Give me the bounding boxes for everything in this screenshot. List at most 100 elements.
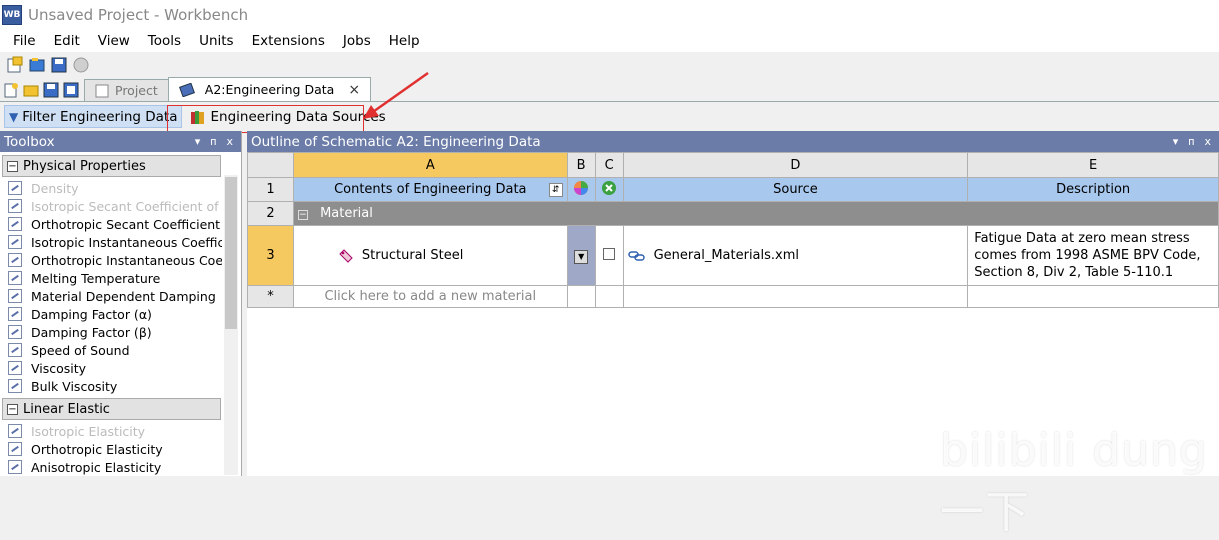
item-label: Density bbox=[31, 180, 79, 196]
book-icon bbox=[178, 82, 195, 97]
table-row[interactable]: 3 Structural Steel ▼ General_Materials.x… bbox=[247, 225, 1219, 286]
scrollbar-thumb[interactable] bbox=[225, 177, 237, 329]
table-row[interactable]: * Click here to add a new material bbox=[247, 285, 1219, 308]
new-icon[interactable] bbox=[2, 81, 20, 99]
toolbox-item[interactable]: Viscosity bbox=[0, 359, 222, 377]
toolbox-panel: Toolbox ▾ ᴨ x − Physical Properties Dens… bbox=[0, 131, 242, 476]
source-cell[interactable]: General_Materials.xml bbox=[622, 225, 969, 286]
toolbox-item[interactable]: Bulk Viscosity bbox=[0, 377, 222, 395]
item-label: Melting Temperature bbox=[31, 270, 161, 286]
linear-elastic-list: Isotropic Elasticity Orthotropic Elastic… bbox=[0, 422, 241, 476]
tab-project[interactable]: Project bbox=[84, 79, 169, 101]
row-number[interactable]: 2 bbox=[247, 201, 294, 226]
property-icon bbox=[8, 271, 22, 285]
color-cell[interactable]: ▼ bbox=[566, 225, 596, 286]
property-icon bbox=[8, 253, 22, 267]
material-name-cell[interactable]: Structural Steel bbox=[292, 225, 568, 286]
tab-project-label: Project bbox=[115, 83, 158, 98]
menu-units[interactable]: Units bbox=[190, 33, 243, 49]
toolbox-item[interactable]: Melting Temperature bbox=[0, 269, 222, 287]
column-header-e[interactable]: E bbox=[967, 152, 1219, 178]
title-bar: WB Unsaved Project - Workbench bbox=[0, 0, 1219, 30]
toolbox-item[interactable]: Isotropic Secant Coefficient of Th bbox=[0, 197, 222, 215]
toolbox-item[interactable]: Orthotropic Secant Coefficient of bbox=[0, 215, 222, 233]
toolbox-item[interactable]: Damping Factor (α) bbox=[0, 305, 222, 323]
collapse-icon[interactable]: − bbox=[297, 210, 308, 220]
new-project-icon[interactable] bbox=[6, 56, 24, 74]
save-as-icon[interactable] bbox=[62, 81, 80, 99]
filter-engineering-data-button[interactable]: ▼ Filter Engineering Data bbox=[4, 105, 183, 128]
pin-icon[interactable]: ᴨ bbox=[210, 135, 216, 148]
menu-jobs[interactable]: Jobs bbox=[334, 33, 380, 49]
open-project-icon[interactable] bbox=[28, 56, 46, 74]
property-icon bbox=[8, 181, 22, 195]
close-icon[interactable]: x bbox=[226, 135, 233, 148]
toolbox-item[interactable]: Orthotropic Elasticity bbox=[0, 440, 222, 458]
color-header-cell bbox=[566, 177, 596, 202]
group-physical-properties[interactable]: − Physical Properties bbox=[2, 155, 221, 177]
save-icon[interactable] bbox=[42, 81, 60, 99]
menu-view[interactable]: View bbox=[89, 33, 139, 49]
item-label: Orthotropic Elasticity bbox=[31, 441, 163, 457]
panel-menu-icon[interactable]: ▾ bbox=[195, 135, 201, 148]
collapse-icon[interactable]: − bbox=[7, 403, 18, 415]
menu-tools[interactable]: Tools bbox=[139, 33, 190, 49]
group-label: Linear Elastic bbox=[23, 401, 110, 417]
item-label: Isotropic Instantaneous Coefficie bbox=[31, 234, 222, 250]
window-title: Unsaved Project - Workbench bbox=[28, 6, 249, 24]
panel-menu-icon[interactable]: ▾ bbox=[1173, 135, 1179, 148]
row-number[interactable]: 3 bbox=[247, 225, 294, 286]
group-linear-elastic[interactable]: − Linear Elastic bbox=[2, 398, 221, 420]
toolbox-item[interactable]: Orthotropic Instantaneous Coeffi bbox=[0, 251, 222, 269]
collapse-icon[interactable]: − bbox=[7, 160, 18, 172]
material-name: Structural Steel bbox=[361, 248, 464, 263]
toolbox-item[interactable]: Material Dependent Damping bbox=[0, 287, 222, 305]
item-label: Damping Factor (β) bbox=[31, 324, 152, 340]
description-cell[interactable]: Fatigue Data at zero mean stress comes f… bbox=[967, 225, 1219, 286]
property-icon bbox=[8, 424, 22, 438]
corner-cell bbox=[247, 152, 294, 178]
save-project-icon[interactable] bbox=[50, 56, 68, 74]
close-icon[interactable]: x bbox=[1204, 135, 1211, 148]
toolbox-item[interactable]: Density bbox=[0, 179, 222, 197]
row-number[interactable]: * bbox=[247, 285, 294, 308]
table-row: 2 − Material bbox=[247, 201, 1219, 226]
add-material-cell[interactable]: Click here to add a new material bbox=[292, 285, 568, 308]
item-label: Speed of Sound bbox=[31, 342, 130, 358]
tab-engineering-data-label: A2:Engineering Data bbox=[204, 82, 335, 97]
toolbox-item[interactable]: Damping Factor (β) bbox=[0, 323, 222, 341]
toolbox-item[interactable]: Isotropic Elasticity bbox=[0, 422, 222, 440]
row-number[interactable]: 1 bbox=[247, 177, 294, 202]
property-icon bbox=[8, 325, 22, 339]
toolbox-item[interactable]: Isotropic Instantaneous Coefficie bbox=[0, 233, 222, 251]
sort-icon[interactable]: ⇵ bbox=[548, 182, 563, 197]
menu-help[interactable]: Help bbox=[380, 33, 429, 49]
column-header-a[interactable]: A bbox=[292, 152, 568, 178]
suppress-cell[interactable] bbox=[594, 225, 624, 286]
property-icon bbox=[8, 361, 22, 375]
suppress-checkbox[interactable] bbox=[603, 247, 616, 260]
column-header-d[interactable]: D bbox=[622, 152, 969, 178]
toolbox-scrollbar[interactable] bbox=[224, 175, 238, 475]
menu-edit[interactable]: Edit bbox=[45, 33, 89, 49]
dropdown-arrow-icon[interactable]: ▼ bbox=[574, 249, 589, 264]
material-category-cell[interactable]: − Material bbox=[292, 201, 1219, 226]
tab-engineering-data[interactable]: A2:Engineering Data × bbox=[167, 77, 372, 101]
contents-header-label: Contents of Engineering Data bbox=[334, 182, 527, 197]
property-icon bbox=[8, 343, 22, 357]
toolbox-item[interactable]: Anisotropic Elasticity bbox=[0, 458, 222, 476]
toolbox-item[interactable]: Speed of Sound bbox=[0, 341, 222, 359]
column-header-c[interactable]: C bbox=[594, 152, 624, 178]
tab-close-icon[interactable]: × bbox=[348, 82, 360, 98]
outline-title: Outline of Schematic A2: Engineering Dat… bbox=[251, 133, 541, 150]
open-icon[interactable] bbox=[22, 81, 40, 99]
property-icon bbox=[8, 217, 22, 231]
column-header-b[interactable]: B bbox=[566, 152, 596, 178]
empty-cell bbox=[622, 285, 969, 308]
watermark: bilibili dung一下 bbox=[940, 425, 1208, 538]
pin-icon[interactable]: ᴨ bbox=[1188, 135, 1194, 148]
menu-extensions[interactable]: Extensions bbox=[243, 33, 334, 49]
engineering-data-table: A B C D E 1 Contents of Engineering Data… bbox=[247, 152, 1219, 308]
refresh-project-icon[interactable] bbox=[72, 56, 90, 74]
menu-file[interactable]: File bbox=[4, 33, 45, 49]
